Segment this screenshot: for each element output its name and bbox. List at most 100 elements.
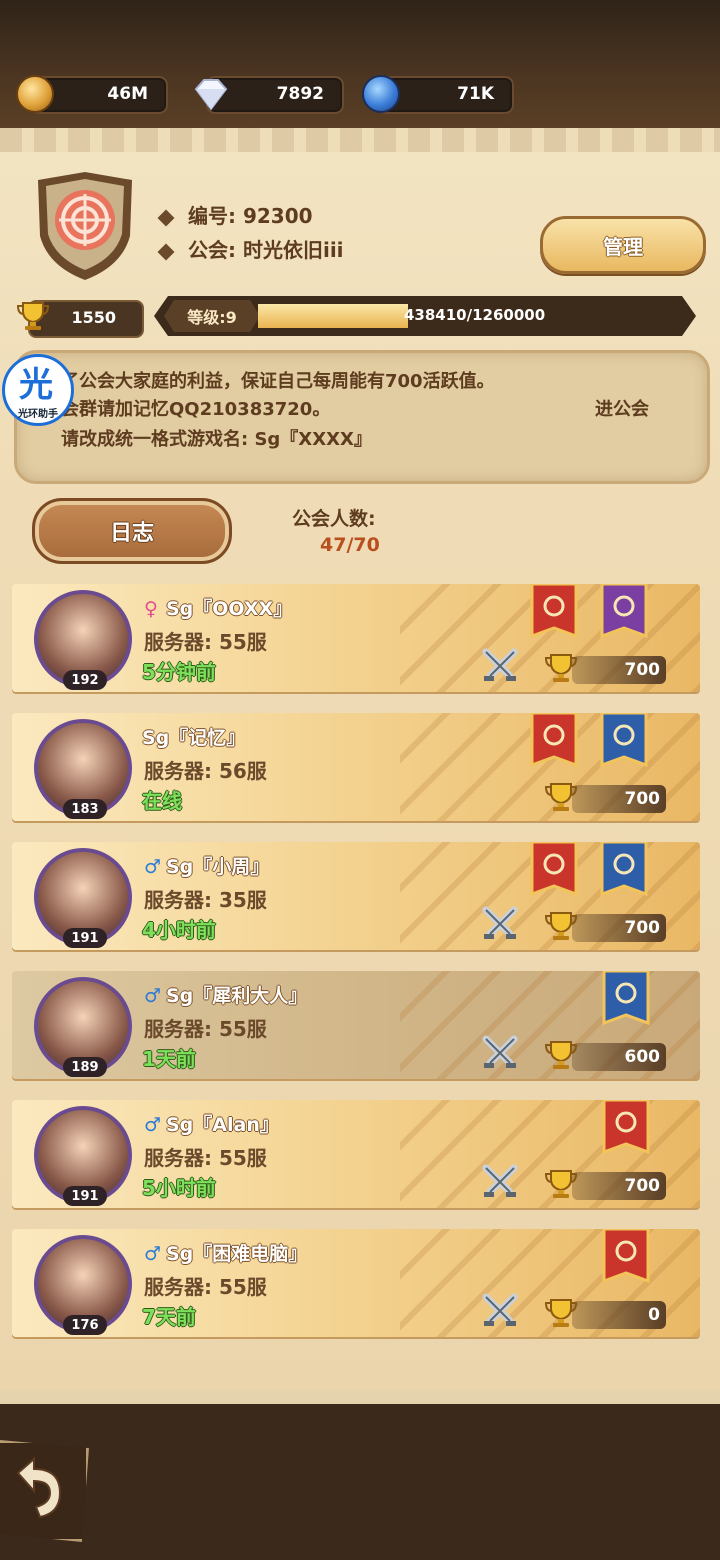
blue-crystal-icon (362, 75, 400, 113)
crossed-swords-icon (480, 904, 520, 944)
crossed-swords-icon (480, 1162, 520, 1202)
notice-line-2-suffix: 进公会 (595, 399, 649, 420)
assistant-badge[interactable]: 光 光环助手 (2, 354, 74, 426)
member-activity-points: 600 (572, 1043, 666, 1071)
crossed-swords-icon (480, 1033, 520, 1073)
gold-resource[interactable]: 46M (16, 75, 168, 114)
notice-line-1: 了公会大家庭的利益，保证自己每周能有700活跃值。 (61, 371, 495, 392)
male-icon: ♂ (144, 985, 162, 1007)
member-activity-points: 700 (572, 1172, 666, 1200)
member-row[interactable]: 176 ♂ Sg『困难电脑』 服务器: 55服 7天前 0 (12, 1229, 700, 1337)
member-row[interactable]: 191 ♂ Sg『小周』 服务器: 35服 4小时前 700 (12, 842, 700, 950)
member-points-value: 600 (624, 1047, 661, 1067)
diamond-bullet-icon (157, 209, 175, 226)
member-name: ♀ Sg『OOXX』 (144, 594, 292, 621)
guild-role-banner-icon (602, 1100, 650, 1156)
member-name: ♂ Sg『困难电脑』 (144, 1239, 307, 1266)
member-last-online: 在线 (142, 789, 182, 813)
trophy-icon (544, 910, 578, 942)
member-points-value: 700 (624, 789, 661, 809)
member-activity-points: 0 (572, 1301, 666, 1329)
trophy-icon (16, 302, 50, 330)
member-last-online: 7天前 (142, 1305, 196, 1329)
member-server: 服务器: 55服 (144, 630, 267, 654)
guild-role-banner-icon (602, 1229, 650, 1285)
member-last-online: 1天前 (142, 1047, 196, 1071)
member-activity-points: 700 (572, 656, 666, 684)
member-server: 服务器: 35服 (144, 888, 267, 912)
diamond-icon (192, 75, 230, 113)
top-resource-bar: 46M 7892 71K (0, 0, 720, 128)
member-name: ♂ Sg『小周』 (144, 852, 269, 879)
member-last-online: 4小时前 (142, 918, 216, 942)
member-row[interactable]: 189 ♂ Sg『犀利大人』服务器: 55服 1天前 600 (12, 971, 700, 1079)
member-avatar[interactable]: 176 (34, 1235, 132, 1335)
guild-id: 编号: 92300 (157, 200, 313, 229)
diamond-resource[interactable]: 7892 (194, 76, 344, 114)
member-row[interactable]: 183 Sg『记忆』 服务器: 56服 在线 700 (12, 713, 700, 821)
member-avatar[interactable]: 191 (34, 1106, 132, 1206)
member-avatar[interactable]: 191 (34, 848, 132, 948)
guild-role-banner-icon (530, 713, 578, 769)
guild-level-bar: 等级:9 438410/1260000 (154, 296, 696, 336)
trophy-icon (544, 1039, 578, 1071)
assistant-logo-text: 光 (19, 365, 53, 405)
member-server: 服务器: 56服 (144, 759, 267, 783)
male-icon: ♂ (144, 856, 162, 878)
member-server: 服务器: 55服 (144, 1017, 267, 1041)
member-count-value: 47/70 (320, 534, 380, 556)
diamond-value: 7892 (276, 84, 324, 104)
trophy-value: 1550 (71, 308, 116, 327)
member-activity-points: 700 (572, 785, 666, 813)
member-level: 191 (63, 928, 107, 948)
notice-line-3: 请改成统一格式游戏名: Sg『XXXX』 (61, 429, 372, 450)
member-name-text: Sg『Alan』 (166, 1114, 279, 1136)
member-name: ♂ Sg『Alan』 (144, 1110, 279, 1137)
member-row[interactable]: 192 ♀ Sg『OOXX』 服务器: 55服 5分钟前 700 (12, 584, 700, 692)
member-row[interactable]: 191 ♂ Sg『Alan』 服务器: 55服 5小时前 700 (12, 1100, 700, 1208)
crossed-swords-icon (480, 1291, 520, 1331)
member-level: 192 (63, 670, 107, 690)
member-points-value: 0 (648, 1305, 660, 1325)
back-button[interactable] (0, 1440, 89, 1542)
member-level: 189 (63, 1057, 107, 1077)
guild-role-banner-icon (530, 584, 578, 640)
member-avatar[interactable]: 189 (34, 977, 132, 1077)
guild-level-label: 等级:9 (164, 300, 260, 332)
guild-exp-fill (258, 304, 408, 328)
female-icon: ♀ (144, 598, 158, 620)
member-points-value: 700 (624, 1176, 661, 1196)
member-activity-points: 700 (572, 914, 666, 942)
member-avatar[interactable]: 183 (34, 719, 132, 819)
crystal-value: 71K (457, 84, 494, 104)
trophy-icon (544, 1168, 578, 1200)
gold-value: 46M (107, 84, 148, 104)
guild-role-banner-icon (600, 842, 648, 898)
member-last-online: 5小时前 (142, 1176, 216, 1200)
member-last-online: 5分钟前 (142, 660, 216, 684)
crystal-resource[interactable]: 71K (362, 75, 514, 114)
member-avatar[interactable]: 192 (34, 590, 132, 690)
member-name-text: Sg『记忆』 (142, 727, 246, 749)
guild-role-banner-icon (530, 842, 578, 898)
member-server: 服务器: 55服 (144, 1146, 267, 1170)
guild-role-banner-icon (600, 713, 648, 769)
trophy-icon (544, 652, 578, 684)
guild-emblem-icon (32, 170, 138, 282)
member-name-text: Sg『困难电脑』 (166, 1243, 308, 1265)
log-button[interactable]: 日志 (32, 498, 232, 564)
member-count-label: 公会人数: (292, 508, 376, 530)
member-server: 服务器: 55服 (144, 1275, 267, 1299)
member-level: 191 (63, 1186, 107, 1206)
gold-coin-icon (16, 75, 54, 113)
member-name-text: Sg『小周』 (166, 856, 270, 878)
member-name-text: Sg『犀利大人』 (166, 985, 308, 1007)
back-arrow-icon (16, 1456, 62, 1519)
member-level: 183 (63, 799, 107, 819)
manage-button[interactable]: 管理 (540, 216, 706, 274)
guild-role-banner-icon (600, 584, 648, 640)
member-list[interactable]: 192 ♀ Sg『OOXX』 服务器: 55服 5分钟前 700 183 Sg『记忆』 服务器:… (12, 584, 702, 1380)
member-points-value: 700 (624, 918, 661, 938)
diamond-bullet-icon (157, 243, 175, 260)
trophy-icon (544, 781, 578, 813)
